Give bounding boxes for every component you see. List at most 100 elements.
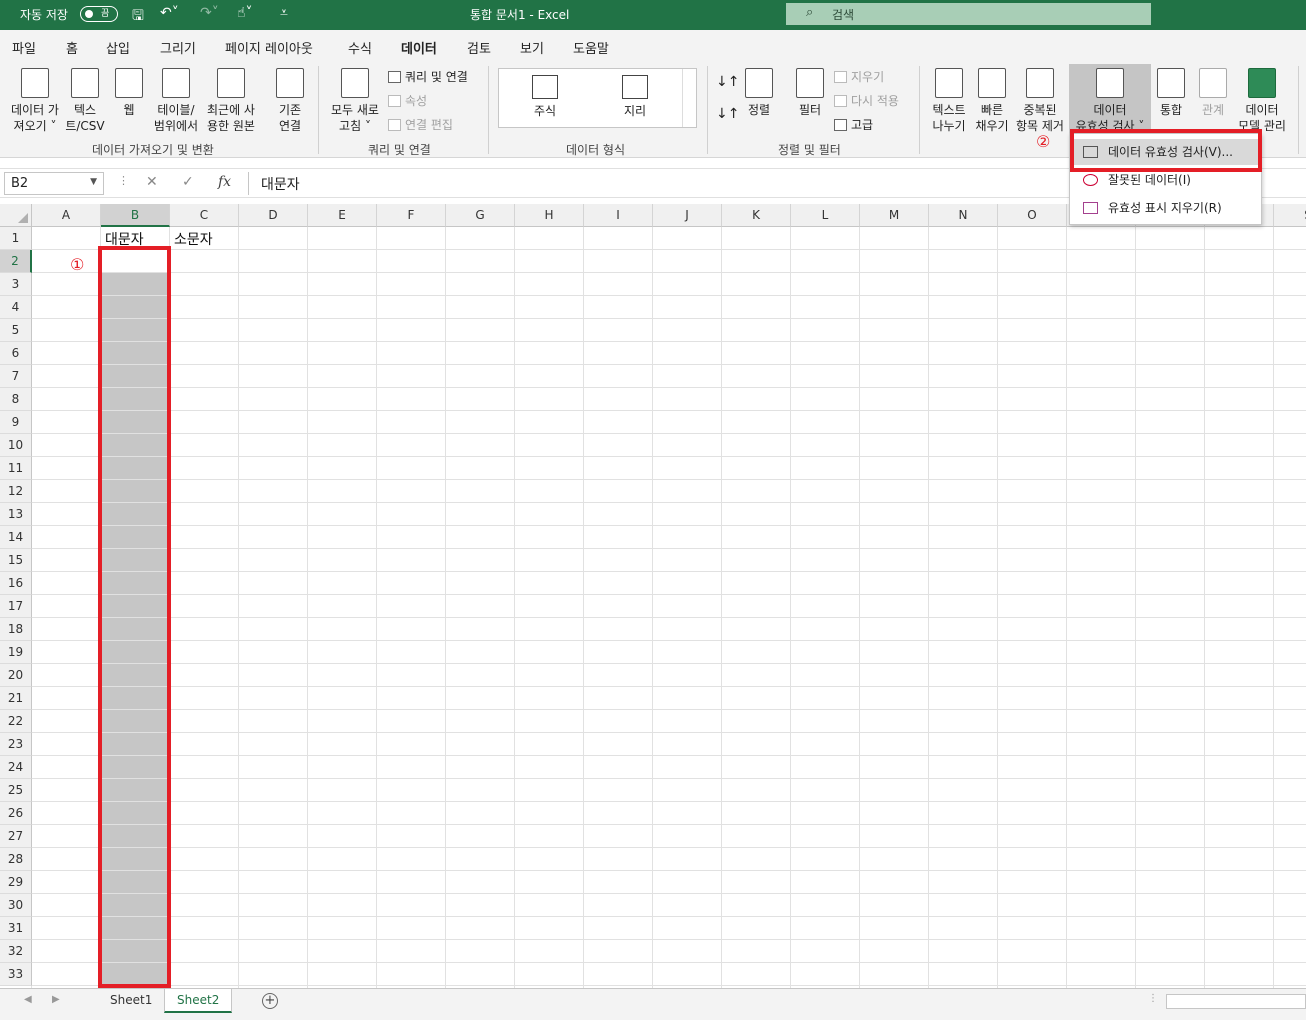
tab-review[interactable]: 검토 xyxy=(467,38,491,57)
redo-icon[interactable]: ↷˅ xyxy=(200,5,219,21)
column-header-h[interactable]: H xyxy=(515,204,584,227)
tab-view[interactable]: 보기 xyxy=(520,38,544,57)
select-all-button[interactable] xyxy=(0,204,32,227)
column-header-g[interactable]: G xyxy=(446,204,515,227)
filter-button[interactable]: 필터 xyxy=(790,68,830,118)
text-to-columns-button[interactable]: 텍스트 나누기 xyxy=(926,68,972,134)
row-header-4[interactable]: 4 xyxy=(0,296,32,319)
stocks-button[interactable]: 주식 xyxy=(515,75,575,119)
sort-button[interactable]: 정렬 xyxy=(742,68,776,118)
row-header-5[interactable]: 5 xyxy=(0,319,32,342)
row-header-8[interactable]: 8 xyxy=(0,388,32,411)
row-header-12[interactable]: 12 xyxy=(0,480,32,503)
row-header-18[interactable]: 18 xyxy=(0,618,32,641)
tab-data[interactable]: 데이터 xyxy=(401,38,437,62)
row-header-21[interactable]: 21 xyxy=(0,687,32,710)
cell-c1[interactable]: 소문자 xyxy=(174,229,213,249)
menu-item-clear-circles[interactable]: 유효성 표시 지우기(R) xyxy=(1070,195,1261,221)
relationships-button[interactable]: 관계 xyxy=(1194,68,1232,118)
row-header-31[interactable]: 31 xyxy=(0,917,32,940)
column-header-m[interactable]: M xyxy=(860,204,929,227)
tab-home[interactable]: 홈 xyxy=(66,38,78,57)
row-header-16[interactable]: 16 xyxy=(0,572,32,595)
cancel-icon[interactable]: ✕ xyxy=(146,174,158,190)
recent-sources-button[interactable]: 최근에 사 용한 원본 xyxy=(202,68,260,134)
geography-button[interactable]: 지리 xyxy=(605,75,665,119)
row-header-32[interactable]: 32 xyxy=(0,940,32,963)
row-header-26[interactable]: 26 xyxy=(0,802,32,825)
row-header-2[interactable]: 2 xyxy=(0,250,32,273)
insert-function-icon[interactable]: fx xyxy=(218,174,231,190)
sheet-tab-sheet2[interactable]: Sheet2 xyxy=(164,989,233,1013)
row-header-33[interactable]: 33 xyxy=(0,963,32,986)
row-header-30[interactable]: 30 xyxy=(0,894,32,917)
row-header-13[interactable]: 13 xyxy=(0,503,32,526)
row-header-23[interactable]: 23 xyxy=(0,733,32,756)
refresh-all-button[interactable]: 모두 새로 고침 ˅ xyxy=(326,68,384,134)
remove-duplicates-button[interactable]: 중복된 항목 제거 xyxy=(1013,68,1067,134)
row-header-14[interactable]: 14 xyxy=(0,526,32,549)
data-validation-button[interactable]: 데이터 유효성 검사 ˅ xyxy=(1069,68,1151,134)
horizontal-scrollbar[interactable] xyxy=(1166,994,1306,1009)
prev-sheet-icon[interactable]: ◀ xyxy=(24,994,32,1005)
row-header-22[interactable]: 22 xyxy=(0,710,32,733)
column-header-k[interactable]: K xyxy=(722,204,791,227)
tab-draw[interactable]: 그리기 xyxy=(160,38,196,57)
column-header-a[interactable]: A xyxy=(32,204,101,227)
tab-insert[interactable]: 삽입 xyxy=(106,38,130,57)
column-header-e[interactable]: E xyxy=(308,204,377,227)
web-button[interactable]: 웹 xyxy=(110,68,148,118)
enter-icon[interactable]: ✓ xyxy=(182,174,194,190)
name-box[interactable]: B2 ▼ xyxy=(4,172,104,195)
row-header-20[interactable]: 20 xyxy=(0,664,32,687)
undo-icon[interactable]: ↶˅ xyxy=(160,5,179,21)
column-header-o[interactable]: O xyxy=(998,204,1067,227)
clear-filter-button[interactable]: 지우기 xyxy=(834,68,884,85)
row-header-11[interactable]: 11 xyxy=(0,457,32,480)
column-header-s[interactable]: S xyxy=(1274,204,1306,227)
customize-toolbar-icon[interactable]: ⩡ xyxy=(280,5,288,21)
column-header-j[interactable]: J xyxy=(653,204,722,227)
add-sheet-button[interactable]: + xyxy=(262,993,278,1009)
worksheet-grid[interactable]: ABCDEFGHIJKLMNOPQRS123456789101112131415… xyxy=(0,204,1306,988)
tab-help[interactable]: 도움말 xyxy=(573,38,609,57)
row-header-10[interactable]: 10 xyxy=(0,434,32,457)
row-header-25[interactable]: 25 xyxy=(0,779,32,802)
row-header-9[interactable]: 9 xyxy=(0,411,32,434)
get-data-button[interactable]: 데이터 가 져오기 ˅ xyxy=(6,68,64,134)
row-header-3[interactable]: 3 xyxy=(0,273,32,296)
sheet-tab-sheet1[interactable]: Sheet1 xyxy=(98,989,164,1013)
advanced-filter-button[interactable]: 고급 xyxy=(834,116,873,133)
autosave-toggle[interactable]: 끔 xyxy=(80,6,118,22)
row-header-1[interactable]: 1 xyxy=(0,227,32,250)
text-csv-button[interactable]: 텍스 트/CSV xyxy=(64,68,106,134)
row-header-6[interactable]: 6 xyxy=(0,342,32,365)
row-header-27[interactable]: 27 xyxy=(0,825,32,848)
column-header-c[interactable]: C xyxy=(170,204,239,227)
column-header-n[interactable]: N xyxy=(929,204,998,227)
save-icon[interactable]: 🖫 xyxy=(132,5,144,29)
row-header-7[interactable]: 7 xyxy=(0,365,32,388)
search-box[interactable]: ⌕ 검색 xyxy=(786,3,1151,25)
properties-button[interactable]: 속성 xyxy=(388,92,427,109)
row-header-15[interactable]: 15 xyxy=(0,549,32,572)
tab-file[interactable]: 파일 xyxy=(12,38,36,57)
column-header-i[interactable]: I xyxy=(584,204,653,227)
edit-links-button[interactable]: 연결 편집 xyxy=(388,116,453,133)
queries-connections-button[interactable]: 쿼리 및 연결 xyxy=(388,68,468,85)
column-header-d[interactable]: D xyxy=(239,204,308,227)
from-table-button[interactable]: 테이블/ 범위에서 xyxy=(150,68,202,134)
column-header-f[interactable]: F xyxy=(377,204,446,227)
data-model-button[interactable]: 데이터 모델 관리 xyxy=(1234,68,1290,134)
flash-fill-button[interactable]: 빠른 채우기 xyxy=(972,68,1012,134)
gallery-scroll[interactable] xyxy=(682,69,696,127)
sort-za-icon[interactable]: ↓↑ xyxy=(716,106,739,122)
reapply-button[interactable]: 다시 적용 xyxy=(834,92,899,109)
row-header-19[interactable]: 19 xyxy=(0,641,32,664)
tab-formulas[interactable]: 수식 xyxy=(348,38,372,57)
column-header-l[interactable]: L xyxy=(791,204,860,227)
sort-az-icon[interactable]: ↓↑ xyxy=(716,74,739,90)
touch-mode-icon[interactable]: ☝˅ xyxy=(237,5,253,21)
next-sheet-icon[interactable]: ▶ xyxy=(52,994,60,1005)
existing-connections-button[interactable]: 기존 연결 xyxy=(268,68,312,134)
